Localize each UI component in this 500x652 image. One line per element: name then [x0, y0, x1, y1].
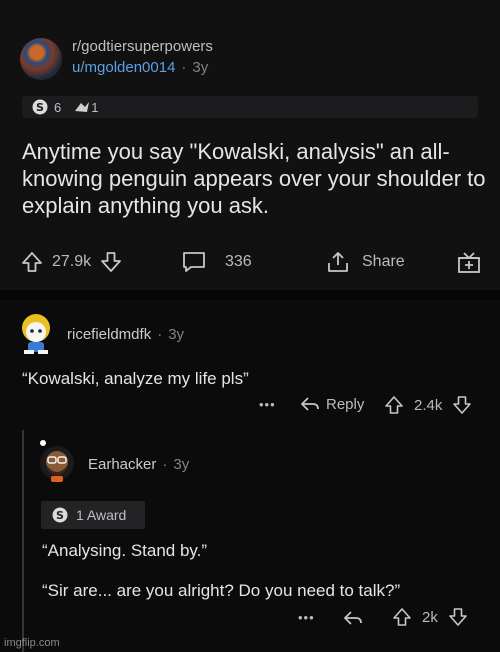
upvote-icon[interactable] [20, 250, 44, 274]
comment2-line1: “Analysing. Stand by.” [42, 541, 208, 560]
post-age: 3y [192, 59, 209, 76]
share-label: Share [362, 253, 405, 270]
share-icon [326, 250, 350, 274]
comment1-reply-button[interactable]: Reply [300, 395, 364, 413]
wholesome-award-count: 1 [91, 99, 99, 115]
commenter2-avatar[interactable] [36, 438, 78, 484]
comment2-header: Earhacker · 3y [88, 456, 189, 473]
post-awards[interactable]: S 6 1 [22, 96, 478, 118]
svg-text:S: S [36, 101, 44, 114]
snoo-avatar-icon [22, 314, 50, 354]
svg-text:S: S [56, 509, 64, 522]
give-award-icon[interactable] [456, 249, 482, 275]
comments-button[interactable]: 336 [181, 250, 252, 274]
comment2-age: 3y [173, 456, 190, 473]
comment1-author[interactable]: ricefieldmdfk [67, 326, 151, 343]
award-label: 1 Award [76, 507, 127, 523]
downvote-icon[interactable] [448, 607, 468, 627]
comment2-score: 2k [422, 608, 438, 626]
comment2-reply-icon[interactable] [343, 609, 363, 627]
comment1-score: 2.4k [414, 396, 443, 414]
post-vote-group: 27.9k [20, 250, 123, 274]
meta-dot: · [181, 59, 187, 76]
comment2-award-chip[interactable]: S 1 Award [41, 501, 145, 529]
share-button[interactable]: Share [326, 250, 405, 274]
thread-line [22, 430, 24, 652]
post-title[interactable]: Anytime you say "Kowalski, analysis" an … [22, 138, 487, 219]
silver-award-icon: S [32, 99, 48, 115]
comment1-vote-group: 2.4k [384, 395, 472, 415]
post-vote-count: 27.9k [52, 253, 92, 270]
comment1-header: ricefieldmdfk · 3y [67, 326, 184, 343]
comment1-more-icon[interactable]: ••• [259, 397, 276, 412]
comment2-line2: “Sir are... are you alright? Do you need… [42, 581, 401, 600]
comment2-more-icon[interactable]: ••• [298, 610, 315, 625]
subreddit-name[interactable]: r/godtiersuperpowers [72, 38, 213, 55]
silver-award-count: 6 [54, 99, 62, 115]
section-divider [0, 290, 500, 300]
silver-award-icon: S [52, 507, 68, 523]
post-meta: u/mgolden0014 · 3y [72, 59, 208, 76]
bearded-avatar-icon [40, 440, 74, 482]
commenter-avatar[interactable] [16, 310, 56, 356]
reply-label: Reply [326, 395, 365, 413]
wholesome-award-icon [73, 99, 91, 115]
meta-dot: · [157, 326, 163, 343]
comment-count: 336 [225, 253, 252, 270]
reply-icon [300, 395, 320, 413]
comment2-author[interactable]: Earhacker [88, 456, 156, 473]
downvote-icon[interactable] [99, 250, 123, 274]
downvote-icon[interactable] [452, 395, 472, 415]
watermark: imgflip.com [4, 637, 60, 649]
post-author[interactable]: u/mgolden0014 [72, 59, 175, 76]
upvote-icon[interactable] [384, 395, 404, 415]
subreddit-avatar[interactable] [20, 38, 62, 80]
meta-dot: · [162, 456, 168, 473]
comment1-text: “Kowalski, analyze my life pls” [22, 369, 249, 388]
upvote-icon[interactable] [392, 607, 412, 627]
comment-bubble-icon [181, 250, 207, 274]
comment2-vote-group: 2k [392, 607, 468, 627]
comment1-age: 3y [168, 326, 185, 343]
